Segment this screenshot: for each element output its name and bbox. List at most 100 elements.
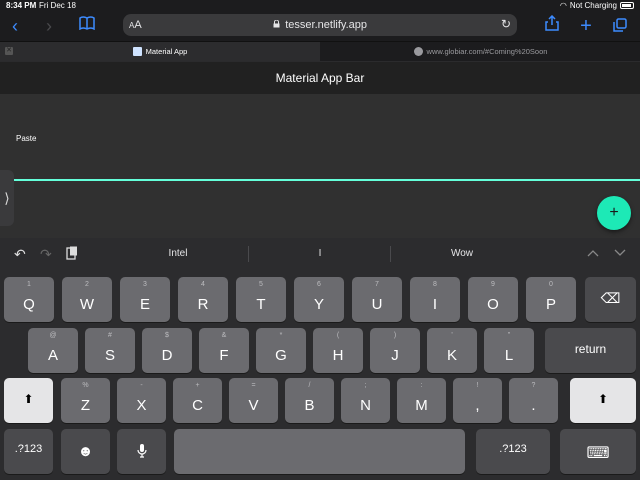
letter-key[interactable]: 6Y [294, 277, 344, 322]
letter-key[interactable]: 7U [352, 277, 402, 322]
key-secondary-label: = [251, 382, 256, 389]
suggestion-2[interactable]: I [250, 248, 390, 259]
letter-key[interactable]: = V [229, 378, 278, 423]
shift-icon: ⬆ [23, 392, 34, 406]
key-secondary-label: @ [49, 332, 57, 339]
letter-key[interactable]: % Z [61, 378, 110, 423]
letter-key[interactable]: $ D [142, 328, 192, 373]
return-label: return [574, 342, 607, 356]
letter-key[interactable]: 0P [526, 277, 576, 322]
tabs-overview-icon[interactable] [609, 15, 631, 37]
key-primary-label: S [104, 347, 115, 364]
redo-icon[interactable]: ↷ [40, 246, 52, 263]
new-tab-icon[interactable]: + [575, 15, 597, 37]
share-icon[interactable] [541, 14, 563, 37]
on-screen-keyboard: ↶ ↷ Intel I Wow 1Q2W3E4R5T6Y7U8I9O0P ⌫ @… [0, 238, 640, 480]
key-primary-label: C [192, 397, 203, 414]
letter-key[interactable]: (H [313, 328, 363, 373]
emoji-icon: ☻ [77, 443, 94, 460]
address-bar[interactable]: AA tesser.netlify.app ↻ [123, 14, 517, 36]
key-secondary-label: - [140, 382, 143, 389]
side-panel-handle[interactable]: ⟩ [0, 170, 14, 226]
letter-key[interactable]: 9O [468, 277, 518, 322]
key-primary-label: . [531, 397, 536, 414]
charge-status: Not Charging [569, 1, 617, 10]
key-secondary-label: & [221, 332, 227, 339]
text-field-underline[interactable] [0, 179, 640, 181]
key-primary-label: G [275, 347, 287, 364]
shift-key-left[interactable]: ⬆ [4, 378, 53, 423]
key-primary-label: F [219, 347, 229, 364]
key-secondary-label: % [82, 382, 89, 389]
status-right: ◠ Not Charging [560, 1, 634, 10]
bookmarks-icon[interactable] [76, 15, 98, 37]
numbers-label: .?123 [14, 443, 43, 455]
shift-key-right[interactable]: ⬆ [570, 378, 636, 423]
suggestion-1[interactable]: Intel [108, 248, 248, 259]
letter-key[interactable]: * G [256, 328, 306, 373]
undo-icon[interactable]: ↶ [14, 246, 26, 263]
url-display[interactable]: tesser.netlify.app [123, 19, 517, 31]
lock-icon [273, 19, 282, 30]
return-key[interactable]: return [545, 328, 636, 373]
space-key[interactable] [174, 429, 465, 474]
letter-key[interactable]: ; N [341, 378, 390, 423]
key-secondary-label: 9 [491, 281, 495, 288]
key-secondary-label: 4 [201, 281, 205, 288]
add-fab-button[interactable]: + [597, 196, 631, 230]
hide-keyboard-key[interactable]: ⌨ [560, 429, 636, 474]
status-time: 8:34 PM [6, 1, 37, 10]
letter-key[interactable]: 5T [236, 277, 286, 322]
key-primary-label: L [504, 347, 514, 364]
paste-button[interactable]: Paste [16, 134, 36, 143]
url-text: tesser.netlify.app [285, 19, 367, 31]
key-secondary-label: ( [336, 332, 340, 339]
letter-key[interactable]: + C [173, 378, 222, 423]
letter-key[interactable]: ' K [427, 328, 477, 373]
emoji-key[interactable]: ☻ [61, 429, 110, 474]
key-primary-label: H [332, 347, 344, 364]
letter-key[interactable]: 1Q [4, 277, 54, 322]
keyboard-dismiss-icon: ⌨ [586, 445, 610, 462]
key-secondary-label: 1 [27, 281, 31, 288]
letter-key[interactable]: # S [85, 328, 135, 373]
app-bar: Material App Bar [0, 62, 640, 94]
key-primary-label: T [256, 296, 266, 313]
letter-key[interactable]: 8I [410, 277, 460, 322]
letter-key[interactable]: 2W [62, 277, 112, 322]
back-icon[interactable]: ‹ [4, 15, 26, 37]
letter-key[interactable]: -X [117, 378, 166, 423]
letter-key[interactable]: :M [397, 378, 446, 423]
tab-title: www.globiar.com/#Coming%20Soon [426, 47, 548, 56]
status-bar: 8:34 PM Fri Dec 18 ◠ Not Charging [0, 0, 640, 11]
key-primary-label: Q [23, 296, 35, 313]
suggestion-divider [390, 246, 391, 262]
chevron-up-icon[interactable] [587, 246, 599, 260]
letter-key[interactable]: " L [484, 328, 534, 373]
dictation-key[interactable] [117, 429, 166, 474]
key-primary-label: J [391, 347, 399, 364]
tab-close-icon[interactable]: ✕ [5, 47, 13, 55]
globe-favicon-icon [413, 47, 423, 56]
numbers-key-right[interactable]: .?123 [476, 429, 550, 474]
key-secondary-label: ' [451, 332, 453, 339]
reload-icon[interactable]: ↻ [501, 17, 511, 31]
letter-key[interactable]: @ A [28, 328, 78, 373]
key-secondary-label: / [308, 382, 311, 389]
letter-key[interactable]: 4R [178, 277, 228, 322]
suggestion-3[interactable]: Wow [392, 248, 532, 259]
clipboard-icon[interactable] [66, 246, 78, 263]
letter-key[interactable]: & F [199, 328, 249, 373]
tab-globiar[interactable]: www.globiar.com/#Coming%20Soon [321, 42, 640, 61]
backspace-key[interactable]: ⌫ [585, 277, 636, 322]
chevron-down-icon[interactable] [614, 246, 626, 260]
letter-key[interactable]: ?. [509, 378, 558, 423]
letter-key[interactable]: !, [453, 378, 502, 423]
letter-key[interactable]: 3E [120, 277, 170, 322]
forward-icon[interactable]: › [38, 15, 60, 37]
letter-key[interactable]: / B [285, 378, 334, 423]
tab-material-app[interactable]: ✕ Material App [0, 42, 320, 61]
numbers-key-left[interactable]: .?123 [4, 429, 53, 474]
letter-key[interactable]: ) J [370, 328, 420, 373]
key-primary-label: R [197, 296, 209, 313]
